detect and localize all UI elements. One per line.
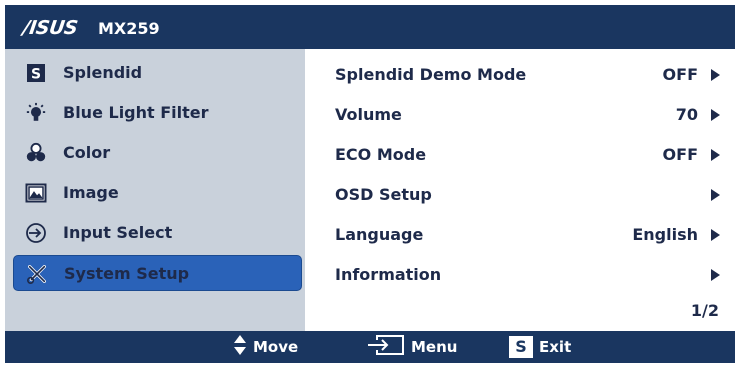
setting-value: 70 xyxy=(675,105,698,124)
exit-hint[interactable]: S Exit xyxy=(509,331,571,363)
sidebar-item-color[interactable]: Color xyxy=(13,135,302,171)
settings-panel: Splendid Demo Mode OFF Volume 70 ECO Mod… xyxy=(305,49,735,331)
title-bar: /ISUS MX259 xyxy=(5,5,735,49)
enter-icon xyxy=(367,334,405,360)
page-indicator: 1/2 xyxy=(690,301,719,320)
tools-icon xyxy=(26,263,48,285)
brand-logo: /ISUS xyxy=(21,17,79,39)
model-name: MX259 xyxy=(98,19,160,38)
menu-hint[interactable]: Menu xyxy=(367,331,457,363)
setting-value: OFF xyxy=(662,145,698,164)
sidebar: S Splendid Blue Light Filter Color Image… xyxy=(5,49,305,331)
light-bulb-icon xyxy=(25,102,47,124)
setting-label: OSD Setup xyxy=(335,185,432,204)
exit-s-icon: S xyxy=(509,336,533,358)
setting-label: Splendid Demo Mode xyxy=(335,65,527,84)
setting-value: OFF xyxy=(662,65,698,84)
sidebar-item-image[interactable]: Image xyxy=(13,175,302,211)
arrow-right-icon xyxy=(711,189,720,201)
arrow-right-icon xyxy=(711,109,720,121)
sidebar-item-label: Color xyxy=(63,143,111,162)
setting-volume[interactable]: Volume 70 xyxy=(335,100,720,130)
footer-hints: Move Menu S Exit xyxy=(5,331,735,363)
menu-label: Menu xyxy=(411,338,458,356)
sidebar-item-label: Splendid xyxy=(63,63,143,82)
exit-label: Exit xyxy=(539,338,572,356)
setting-label: Language xyxy=(335,225,424,244)
move-hint[interactable]: Move xyxy=(233,331,298,363)
setting-information[interactable]: Information xyxy=(335,260,720,290)
arrow-right-icon xyxy=(711,69,720,81)
svg-text:S: S xyxy=(31,67,41,83)
setting-osd-setup[interactable]: OSD Setup xyxy=(335,180,720,210)
arrow-right-icon xyxy=(711,149,720,161)
splendid-s-icon: S xyxy=(25,62,47,84)
setting-value: English xyxy=(632,225,698,244)
image-icon xyxy=(25,182,47,204)
setting-splendid-demo-mode[interactable]: Splendid Demo Mode OFF xyxy=(335,60,720,90)
sidebar-item-splendid[interactable]: S Splendid xyxy=(13,55,302,91)
input-arrow-icon xyxy=(25,222,47,244)
sidebar-item-blue-light-filter[interactable]: Blue Light Filter xyxy=(13,95,302,131)
arrow-right-icon xyxy=(711,229,720,241)
setting-language[interactable]: Language English xyxy=(335,220,720,250)
setting-label: Volume xyxy=(335,105,402,124)
setting-label: ECO Mode xyxy=(335,145,427,164)
sidebar-item-system-setup[interactable]: System Setup xyxy=(13,255,302,291)
color-rgb-icon xyxy=(25,142,47,164)
sidebar-item-input-select[interactable]: Input Select xyxy=(13,215,302,251)
osd-window: /ISUS MX259 S Splendid Blue Light Filter… xyxy=(5,5,735,363)
sidebar-item-label: Image xyxy=(63,183,119,202)
sidebar-item-label: Input Select xyxy=(63,223,173,242)
up-down-arrows-icon xyxy=(233,334,247,360)
sidebar-item-label: Blue Light Filter xyxy=(63,103,209,122)
arrow-right-icon xyxy=(711,269,720,281)
move-label: Move xyxy=(253,338,299,356)
setting-eco-mode[interactable]: ECO Mode OFF xyxy=(335,140,720,170)
setting-label: Information xyxy=(335,265,442,284)
sidebar-item-label: System Setup xyxy=(64,264,190,283)
